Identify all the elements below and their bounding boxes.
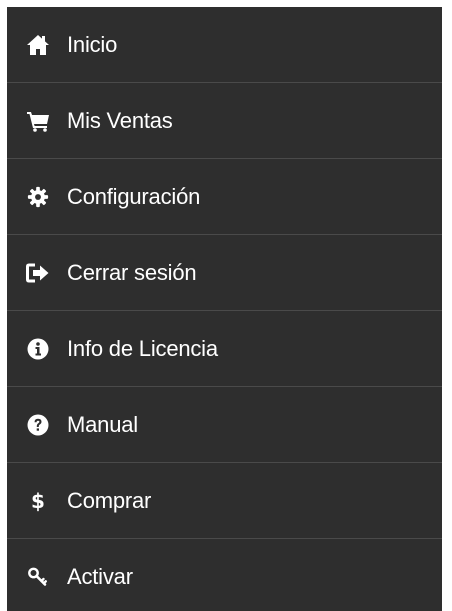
menu-item-label: Inicio — [67, 31, 118, 57]
menu-item-configuracion[interactable]: Configuración — [7, 159, 442, 235]
info-icon — [26, 337, 50, 361]
key-icon — [26, 565, 50, 589]
menu-item-activar[interactable]: Activar — [7, 539, 442, 611]
menu-item-mis-ventas[interactable]: Mis Ventas — [7, 83, 442, 159]
cart-icon — [26, 109, 50, 133]
menu-item-label: Cerrar sesión — [67, 259, 197, 285]
side-menu: Inicio Mis Ventas Configuración Cerrar s… — [7, 7, 442, 611]
gear-icon — [26, 185, 50, 209]
dollar-icon: $ — [26, 489, 50, 513]
menu-item-label: Configuración — [67, 183, 201, 209]
menu-item-label: Comprar — [67, 487, 152, 513]
menu-item-inicio[interactable]: Inicio — [7, 7, 442, 83]
menu-item-manual[interactable]: Manual — [7, 387, 442, 463]
menu-item-label: Activar — [67, 564, 133, 589]
menu-item-info-licencia[interactable]: Info de Licencia — [7, 311, 442, 387]
menu-item-label: Mis Ventas — [67, 107, 173, 133]
sign-out-icon — [26, 261, 50, 285]
dollar-glyph: $ — [31, 488, 45, 513]
menu-item-cerrar-sesion[interactable]: Cerrar sesión — [7, 235, 442, 311]
question-icon — [26, 413, 50, 437]
menu-item-label: Manual — [67, 411, 138, 437]
menu-item-label: Info de Licencia — [67, 335, 218, 361]
menu-item-comprar[interactable]: $ Comprar — [7, 463, 442, 539]
home-icon — [26, 33, 50, 57]
